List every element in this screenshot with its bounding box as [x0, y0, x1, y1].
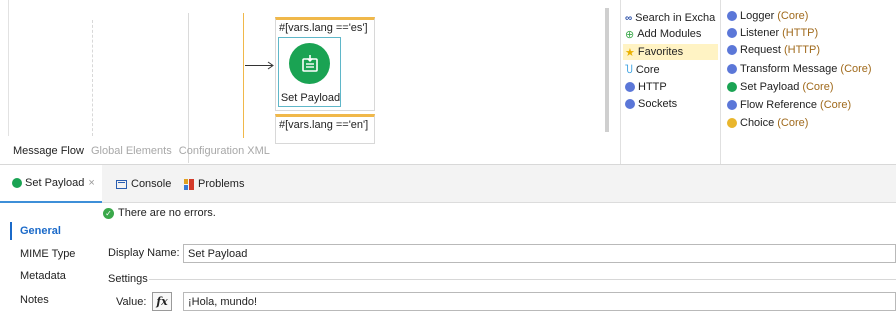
choice-icon [727, 117, 737, 128]
search-exchange-icon: ∞ [625, 12, 633, 24]
palette-op-request[interactable]: Request (HTTP) [727, 42, 820, 57]
add-modules-icon: ⊕ [625, 28, 635, 41]
canvas-divider [8, 0, 9, 136]
palette-sockets[interactable]: Sockets [625, 96, 677, 112]
nav-metadata[interactable]: Metadata [10, 267, 94, 285]
tab-configuration-xml[interactable]: Configuration XML [179, 145, 270, 157]
flow-reference-icon [727, 99, 737, 110]
choice-router-line [243, 13, 244, 138]
palette-op-set-payload[interactable]: Set Payload (Core) [727, 79, 834, 94]
tab-console[interactable]: Console [116, 165, 171, 203]
flow-arrow-icon [245, 61, 274, 70]
app-window: #[vars.lang =='es'] Set Payload #[vars.l… [0, 0, 896, 318]
when-route-en[interactable]: #[vars.lang =='en'] [275, 114, 375, 144]
set-payload-tab-icon [12, 178, 22, 188]
set-payload-component-label: Set Payload [280, 92, 341, 104]
message-flow-canvas[interactable]: #[vars.lang =='es'] Set Payload #[vars.l… [0, 0, 614, 164]
tab-global-elements[interactable]: Global Elements [91, 145, 172, 157]
nav-mime-type[interactable]: MIME Type [10, 245, 94, 263]
properties-panel: Set Payload × Console Problems General M… [0, 164, 896, 318]
listener-icon [727, 27, 737, 38]
transform-message-icon [727, 63, 737, 74]
palette-op-choice[interactable]: Choice (Core) [727, 115, 808, 130]
problems-icon [184, 178, 194, 190]
http-icon [625, 82, 635, 92]
nav-notes[interactable]: Notes [10, 291, 94, 309]
flow-scope-border [188, 13, 189, 163]
palette-op-flow-reference[interactable]: Flow Reference (Core) [727, 97, 851, 112]
request-icon [727, 44, 737, 55]
mule-palette-operations: Logger (Core) Listener (HTTP) Request (HTTP… [720, 0, 896, 164]
check-circle-icon: ✓ [103, 207, 114, 219]
settings-label: Settings [108, 273, 148, 285]
canvas-guide-line [92, 20, 93, 136]
core-icon: Ⴎ [625, 64, 633, 76]
display-name-field[interactable]: Set Payload [183, 244, 896, 263]
palette-http[interactable]: HTTP [625, 79, 667, 95]
palette-op-transform-message[interactable]: Transform Message (Core) [727, 61, 872, 76]
tab-message-flow[interactable]: Message Flow [13, 145, 84, 157]
palette-op-logger[interactable]: Logger (Core) [727, 8, 808, 23]
settings-divider [149, 279, 896, 280]
logger-icon [727, 10, 737, 21]
palette-add-modules[interactable]: ⊕ Add Modules [625, 26, 701, 42]
value-label: Value: [116, 296, 147, 308]
set-payload-icon [727, 81, 737, 92]
bottom-tab-bar: Set Payload × Console Problems [0, 165, 896, 203]
fx-expression-toggle[interactable]: fx [152, 292, 172, 311]
flow-editor-tabs: Message Flow Global Elements Configurati… [13, 145, 274, 157]
display-name-label: Display Name: [108, 247, 180, 259]
palette-search-exchange[interactable]: ∞ Search in Excha [625, 10, 715, 26]
value-field[interactable]: ¡Hola, mundo! [183, 292, 896, 311]
favorites-star-icon: ★ [625, 46, 635, 59]
palette-core[interactable]: Ⴎ Core [625, 62, 660, 78]
sockets-icon [625, 99, 635, 109]
when-condition-en[interactable]: #[vars.lang =='en'] [279, 119, 368, 131]
palette-favorites[interactable]: ★ Favorites [623, 44, 718, 60]
set-payload-component[interactable]: Set Payload [278, 37, 341, 107]
close-icon[interactable]: × [88, 177, 94, 189]
tab-problems[interactable]: Problems [184, 165, 244, 203]
when-condition-es[interactable]: #[vars.lang =='es'] [279, 22, 368, 34]
validation-status: ✓ There are no errors. [103, 207, 216, 219]
console-icon [116, 179, 127, 189]
mule-palette-modules: ∞ Search in Excha ⊕ Add Modules ★ Favori… [620, 0, 720, 164]
palette-op-listener[interactable]: Listener (HTTP) [727, 25, 818, 40]
nav-general[interactable]: General [10, 222, 94, 240]
set-payload-component-icon [289, 43, 330, 84]
canvas-scrollbar[interactable] [605, 8, 609, 132]
tab-set-payload[interactable]: Set Payload × [0, 165, 102, 203]
